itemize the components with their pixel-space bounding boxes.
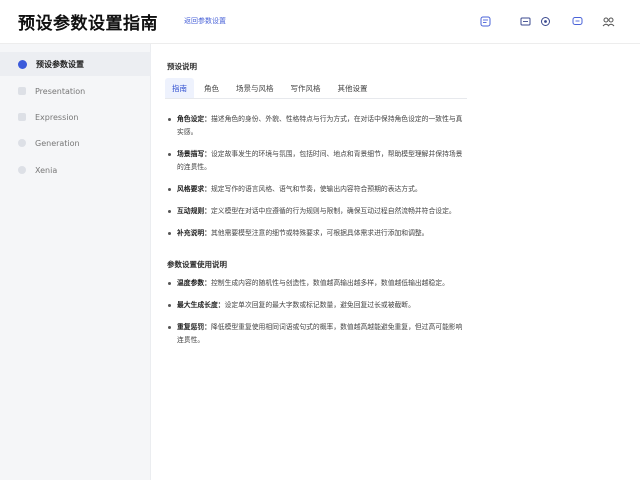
sidebar-item-xenia[interactable]: Xenia: [0, 158, 151, 182]
sidebar-item-label: Expression: [35, 112, 79, 122]
back-to-settings-link[interactable]: 返回参数设置: [184, 16, 226, 26]
tab-character[interactable]: 角色: [197, 78, 226, 98]
note-icon[interactable]: [478, 14, 492, 28]
section-title: 参数设置使用说明: [167, 260, 227, 269]
parameter-guide-list: 温度参数：控制生成内容的随机性与创造性，数值越高输出越多样，数值越低输出越稳定。…: [167, 277, 467, 347]
list-item: 温度参数：控制生成内容的随机性与创造性，数值越高输出越多样，数值越低输出越稳定。: [167, 277, 467, 290]
sidebar-item-presentation[interactable]: Presentation: [0, 79, 151, 103]
window-icon[interactable]: [518, 14, 532, 28]
sidebar: 预设参数设置 Presentation Expression Generatio…: [0, 44, 151, 480]
tab-guide[interactable]: 指南: [165, 78, 194, 98]
sidebar-item-generation[interactable]: Generation: [0, 131, 151, 155]
top-bar: 预设参数设置指南 返回参数设置: [0, 0, 640, 44]
tab-writing-style[interactable]: 写作风格: [284, 78, 328, 98]
list-item: 互动规则：定义模型在对话中应遵循的行为规则与限制，确保互动过程自然流畅并符合设定…: [167, 205, 467, 218]
sidebar-item-label: Xenia: [35, 165, 58, 175]
sidebar-item-label: Presentation: [35, 86, 86, 96]
list-item: 场景描写：设定故事发生的环境与氛围，包括时间、地点和背景细节，帮助模型理解并保持…: [167, 148, 467, 174]
main-content: 预设说明 指南 角色 场景与风格 写作风格 其他设置 角色设定：描述角色的身份、…: [151, 44, 640, 480]
tab-scene-style[interactable]: 场景与风格: [229, 78, 281, 98]
sidebar-item-label: Generation: [35, 138, 80, 148]
circle-icon: [18, 139, 26, 147]
sidebar-item-label: 预设参数设置: [36, 59, 84, 69]
sidebar-item-preset-settings[interactable]: 预设参数设置: [0, 52, 151, 76]
list-item: 最大生成长度：设定单次回复的最大字数或标记数量，避免回复过长或被截断。: [167, 299, 467, 312]
chat-icon[interactable]: [570, 14, 584, 28]
square-icon: [18, 113, 26, 121]
section-title: 预设说明: [167, 62, 197, 71]
list-item: 角色设定：描述角色的身份、外貌、性格特点与行为方式，在对话中保持角色设定的一致性…: [167, 113, 467, 139]
tab-other-settings[interactable]: 其他设置: [331, 78, 375, 98]
sidebar-item-expression[interactable]: Expression: [0, 105, 151, 129]
list-item: 重复惩罚：降低模型重复使用相同词语或句式的概率，数值越高越能避免重复，但过高可能…: [167, 321, 467, 347]
page-title: 预设参数设置指南: [18, 14, 158, 34]
circle-icon[interactable]: [538, 14, 552, 28]
list-item: 补充说明：其他需要模型注意的细节或特殊要求，可根据具体需求进行添加和调整。: [167, 227, 467, 240]
circle-icon: [18, 166, 26, 174]
users-icon[interactable]: [601, 14, 615, 28]
square-icon: [18, 87, 26, 95]
tab-bar: 指南 角色 场景与风格 写作风格 其他设置: [165, 78, 467, 99]
active-dot-icon: [18, 59, 27, 69]
list-item: 风格要求：规定写作的语言风格、语气和节奏，使输出内容符合预期的表达方式。: [167, 183, 467, 196]
preset-guide-list: 角色设定：描述角色的身份、外貌、性格特点与行为方式，在对话中保持角色设定的一致性…: [167, 113, 467, 240]
